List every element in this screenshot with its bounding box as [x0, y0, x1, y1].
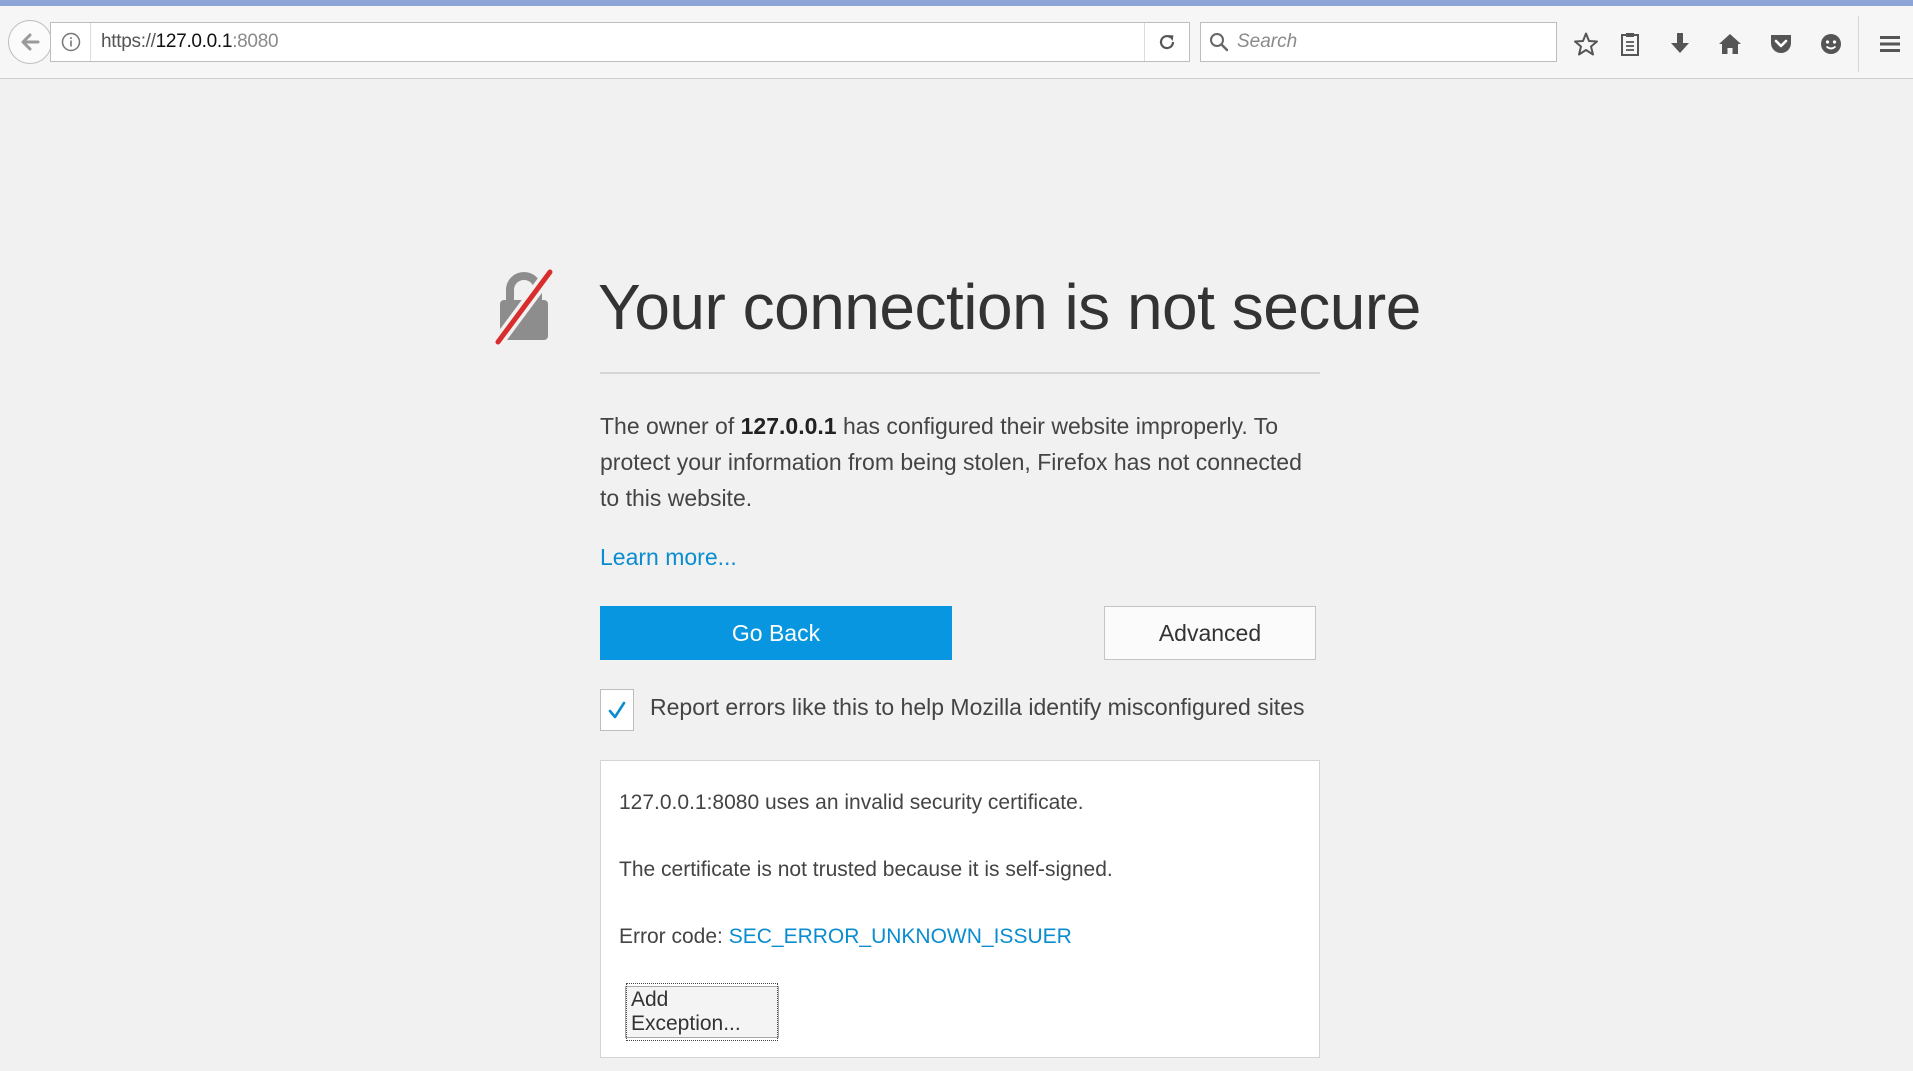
- error-code-label: Error code:: [619, 925, 729, 948]
- report-errors-checkbox[interactable]: [600, 689, 634, 731]
- url-host: 127.0.0.1: [155, 31, 233, 52]
- info-icon: [61, 32, 80, 52]
- star-icon: [1574, 32, 1598, 56]
- error-code-row: Error code: SEC_ERROR_UNKNOWN_ISSUER: [619, 925, 1072, 949]
- reload-button[interactable]: [1144, 23, 1189, 61]
- url-text[interactable]: https://127.0.0.1:8080: [101, 31, 1144, 53]
- add-exception-label: Add Exception...: [626, 983, 778, 1041]
- search-icon: [1210, 33, 1229, 52]
- self-signed-text: The certificate is not trusted because i…: [619, 858, 1113, 881]
- go-back-button[interactable]: Go Back: [600, 606, 952, 660]
- home-icon: [1719, 34, 1741, 54]
- learn-more-link[interactable]: Learn more...: [600, 544, 737, 571]
- site-info-button[interactable]: [51, 23, 91, 61]
- arrow-left-icon: [21, 33, 40, 51]
- url-scheme: https://: [101, 31, 156, 52]
- invalid-certificate-text: 127.0.0.1:8080 uses an invalid security …: [619, 791, 1084, 814]
- error-description: The owner of 127.0.0.1 has configured th…: [600, 408, 1320, 516]
- account-icon: [1821, 34, 1841, 54]
- reload-icon: [1159, 34, 1175, 50]
- toolbar-separator: [1858, 16, 1859, 72]
- pocket-button[interactable]: [1767, 30, 1795, 58]
- url-bar[interactable]: https://127.0.0.1:8080: [50, 22, 1190, 62]
- menu-button[interactable]: [1876, 30, 1904, 58]
- title-divider: [600, 372, 1320, 374]
- bookmark-star-button[interactable]: [1572, 30, 1600, 58]
- certificate-details-panel: 127.0.0.1:8080 uses an invalid security …: [600, 760, 1320, 1058]
- reading-list-button[interactable]: [1616, 30, 1644, 58]
- advanced-button[interactable]: Advanced: [1104, 606, 1316, 660]
- back-button[interactable]: [8, 20, 52, 64]
- report-errors-label[interactable]: Report errors like this to help Mozilla …: [650, 694, 1305, 721]
- browser-toolbar: https://127.0.0.1:8080: [0, 6, 1913, 79]
- download-icon: [1671, 33, 1689, 53]
- downloads-button[interactable]: [1666, 30, 1694, 58]
- checkmark-icon: [608, 701, 626, 719]
- pocket-icon: [1771, 35, 1791, 53]
- account-button[interactable]: [1817, 30, 1845, 58]
- error-code-link[interactable]: SEC_ERROR_UNKNOWN_ISSUER: [729, 925, 1072, 948]
- add-exception-button[interactable]: Add Exception...: [625, 983, 779, 1041]
- menu-icon: [1880, 36, 1900, 52]
- search-bar[interactable]: [1200, 22, 1557, 62]
- description-host: 127.0.0.1: [740, 413, 837, 439]
- url-port: :8080: [232, 31, 279, 52]
- home-button[interactable]: [1716, 30, 1744, 58]
- reading-list-icon: [1621, 33, 1639, 56]
- description-text-start: The owner of: [600, 413, 741, 439]
- page-title: Your connection is not secure: [598, 271, 1421, 343]
- search-input[interactable]: [1235, 30, 1529, 54]
- broken-lock-icon: [493, 268, 555, 346]
